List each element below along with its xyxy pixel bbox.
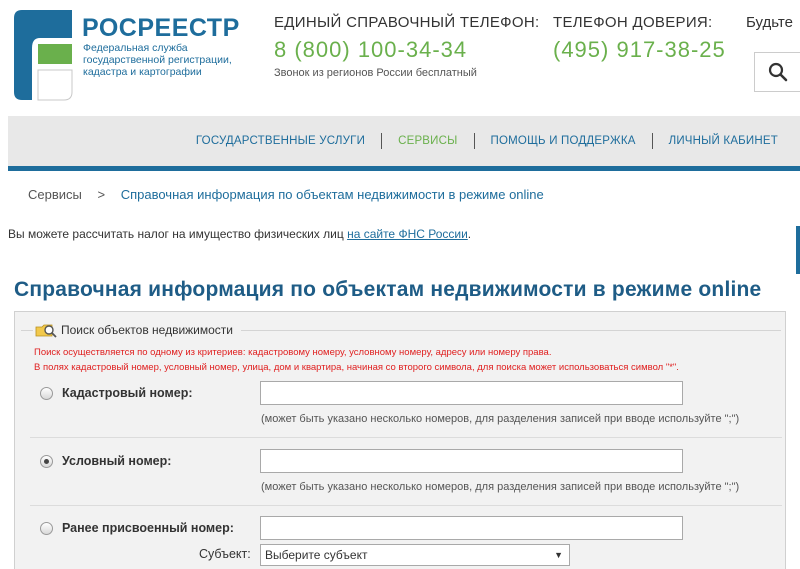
- breadcrumb-current[interactable]: Справочная информация по объектам недвиж…: [121, 187, 544, 202]
- conditional-hint: (может быть указано несколько номеров, д…: [261, 481, 740, 493]
- cadastral-hint: (может быть указано несколько номеров, д…: [261, 413, 740, 425]
- conditional-label: Условный номер:: [62, 454, 172, 468]
- brand-subtitle-line: Федеральная служба: [83, 42, 188, 54]
- form-legend: Поиск объектов недвижимости: [33, 322, 242, 338]
- tax-info-suffix: .: [467, 227, 472, 241]
- hotline-label: ЕДИНЫЙ СПРАВОЧНЫЙ ТЕЛЕФОН:: [274, 14, 540, 31]
- previous-number-input[interactable]: [260, 516, 683, 540]
- tax-info-text: Вы можете рассчитать налог на имущество …: [8, 227, 348, 241]
- wildcard-warning: В полях кадастровый номер, условный номе…: [34, 362, 679, 373]
- header-cut-text[interactable]: Будьте: [746, 14, 793, 31]
- hotline-block: ЕДИНЫЙ СПРАВОЧНЫЙ ТЕЛЕФОН: 8 (800) 100-3…: [274, 14, 539, 79]
- search-icon: [768, 62, 787, 82]
- previous-number-label: Ранее присвоенный номер:: [62, 521, 234, 535]
- search-button[interactable]: [754, 52, 800, 92]
- nav-item-state-services[interactable]: ГОСУДАРСТВЕННЫЕ УСЛУГИ: [196, 135, 365, 147]
- breadcrumb-root[interactable]: Сервисы: [28, 187, 82, 202]
- brand-subtitle-line: кадастра и картографии: [83, 66, 202, 78]
- hotline-note: Звонок из регионов России бесплатный: [274, 67, 477, 79]
- form-legend-text: Поиск объектов недвижимости: [61, 323, 234, 337]
- nav-underline: [8, 166, 800, 171]
- cadastral-label: Кадастровый номер:: [62, 386, 193, 400]
- cadastral-radio[interactable]: [40, 387, 53, 400]
- brand-subtitle: Федеральная служба государственной регис…: [83, 42, 253, 78]
- trust-phone-block: ТЕЛЕФОН ДОВЕРИЯ: (495) 917-38-25: [553, 14, 726, 63]
- fns-link[interactable]: на сайте ФНС России: [347, 227, 468, 241]
- breadcrumb: Сервисы > Справочная информация по объек…: [28, 187, 544, 202]
- search-criteria-warning: Поиск осуществляется по одному из критер…: [34, 347, 552, 358]
- tax-info: Вы можете рассчитать налог на имущество …: [8, 227, 471, 241]
- subject-label: Субъект:: [199, 547, 251, 561]
- brand-name: РОСРЕЕСТР: [82, 14, 240, 42]
- page-title: Справочная информация по объектам недвиж…: [14, 278, 762, 301]
- search-objects-icon: [35, 324, 57, 338]
- trust-phone-label: ТЕЛЕФОН ДОВЕРИЯ:: [553, 14, 713, 31]
- subject-select[interactable]: Выберите субъект ▼: [260, 544, 570, 566]
- nav-item-services[interactable]: СЕРВИСЫ: [398, 135, 457, 147]
- trust-phone-number[interactable]: (495) 917-38-25: [553, 37, 726, 63]
- subject-select-value: Выберите субъект: [265, 548, 368, 562]
- hotline-number[interactable]: 8 (800) 100-34-34: [274, 37, 539, 63]
- nav-item-account[interactable]: ЛИЧНЫЙ КАБИНЕТ: [669, 135, 778, 147]
- rosreestr-logo-icon[interactable]: [10, 8, 76, 102]
- nav-separator: [381, 133, 383, 149]
- nav-items: ГОСУДАРСТВЕННЫЕ УСЛУГИ СЕРВИСЫ ПОМОЩЬ И …: [196, 116, 778, 166]
- side-tab[interactable]: [796, 226, 800, 274]
- nav-separator: [473, 133, 475, 149]
- nav-separator: [651, 133, 653, 149]
- main-nav: ГОСУДАРСТВЕННЫЕ УСЛУГИ СЕРВИСЫ ПОМОЩЬ И …: [8, 116, 800, 166]
- previous-number-radio[interactable]: [40, 522, 53, 535]
- conditional-input[interactable]: [260, 449, 683, 473]
- row-divider: [30, 437, 782, 438]
- conditional-radio[interactable]: [40, 455, 53, 468]
- site-header: РОСРЕЕСТР Федеральная служба государстве…: [0, 0, 800, 116]
- cadastral-input[interactable]: [260, 381, 683, 405]
- dropdown-arrow-icon: ▼: [554, 550, 563, 560]
- brand-subtitle-line: государственной регистрации,: [83, 54, 232, 66]
- row-divider: [30, 505, 782, 506]
- breadcrumb-separator: >: [97, 187, 106, 202]
- nav-item-help[interactable]: ПОМОЩЬ И ПОДДЕРЖКА: [491, 135, 636, 147]
